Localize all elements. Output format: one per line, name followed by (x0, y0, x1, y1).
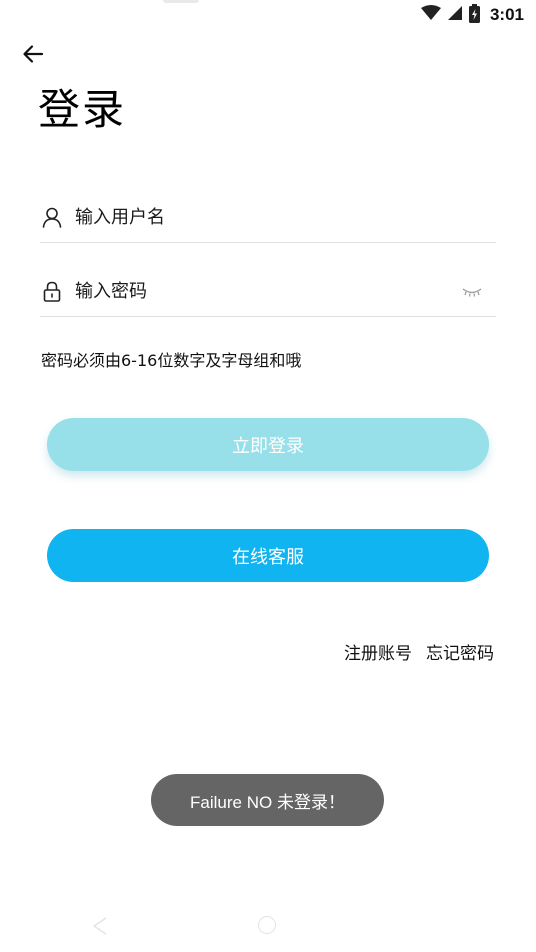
battery-icon (468, 3, 480, 27)
password-hint: 密码必须由6-16位数字及字母组和哦 (41, 351, 302, 370)
password-field (40, 267, 496, 317)
toast-message: Failure NO 未登录！ (151, 774, 384, 826)
back-button[interactable] (18, 40, 48, 68)
customer-service-button[interactable]: 在线客服 (47, 529, 489, 582)
password-input[interactable] (75, 271, 460, 312)
login-screen: 3:01 登录 输入用户名 密码必须由6-16位数字及字母组和哦 立即登录 在线… (0, 0, 536, 952)
wifi-icon (420, 5, 441, 25)
forgot-password-link[interactable]: 忘记密码 (426, 639, 494, 664)
navigation-bar (0, 900, 536, 952)
username-field (40, 193, 496, 243)
status-bar: 3:01 (0, 0, 536, 30)
lock-icon (41, 281, 63, 303)
nav-back-icon[interactable] (92, 916, 108, 940)
nav-home-icon[interactable] (258, 916, 276, 934)
status-time: 3:01 (489, 5, 524, 24)
eye-closed-icon[interactable] (460, 284, 484, 300)
account-links: 注册账号 忘记密码 (344, 639, 494, 664)
arrow-left-icon (23, 45, 44, 63)
login-button[interactable]: 立即登录 (47, 418, 489, 471)
camera-notch (163, 0, 199, 3)
status-icons: 3:01 (420, 3, 524, 27)
register-link[interactable]: 注册账号 (344, 639, 412, 664)
username-input[interactable] (75, 197, 496, 238)
signal-icon (447, 5, 463, 25)
user-icon (41, 207, 63, 229)
page-title: 登录 (38, 85, 127, 134)
